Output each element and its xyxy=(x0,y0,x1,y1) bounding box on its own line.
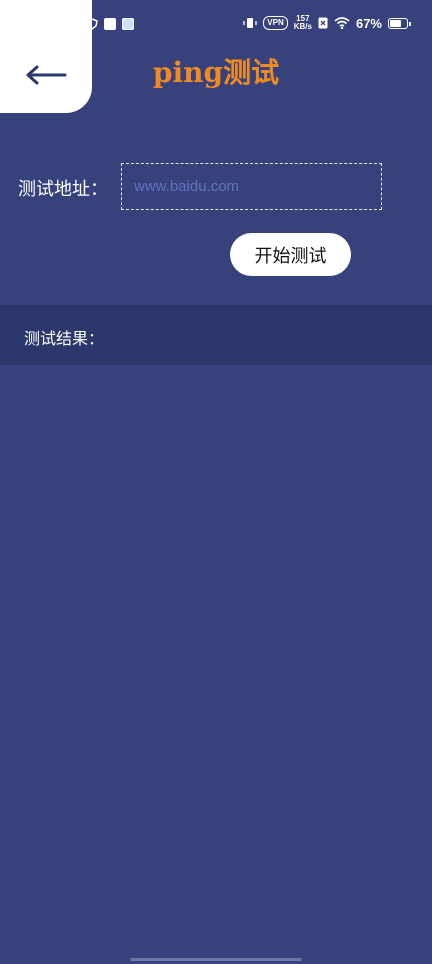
battery-percent: 67% xyxy=(355,15,382,31)
address-label: 测试地址： xyxy=(18,179,108,200)
start-test-button[interactable]: 开始测试 xyxy=(230,233,351,276)
results-header: 测试结果： xyxy=(0,305,432,365)
network-speed: 157 KB/s xyxy=(294,15,312,31)
gallery-icon xyxy=(122,18,134,30)
page-title: ping测试 xyxy=(152,56,280,89)
vibrate-icon xyxy=(243,18,257,28)
results-label: 测试结果： xyxy=(24,329,105,348)
home-indicator[interactable] xyxy=(130,958,302,961)
battery-icon xyxy=(388,17,411,29)
vpn-badge: VPN xyxy=(263,16,288,30)
mail-icon xyxy=(104,18,116,30)
address-input[interactable] xyxy=(121,163,382,210)
system-status: VPN 157 KB/s 67% xyxy=(243,15,411,31)
no-sim-icon xyxy=(318,17,328,29)
network-speed-unit: KB/s xyxy=(293,22,312,31)
battery-level-fill xyxy=(390,19,401,27)
wifi-icon xyxy=(334,17,350,29)
